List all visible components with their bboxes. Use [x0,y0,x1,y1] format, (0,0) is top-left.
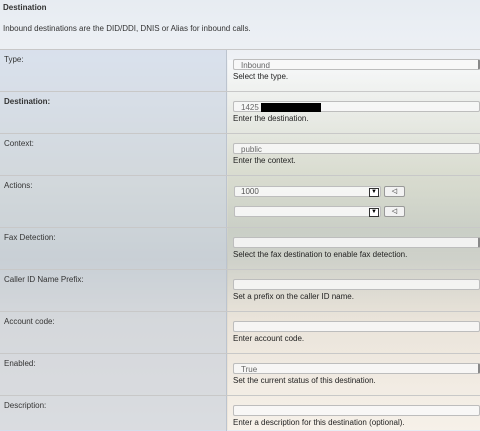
chevron-down-icon: ▼ [369,208,379,217]
caller-id-prefix-label: Caller ID Name Prefix: [4,275,84,284]
caller-id-prefix-input[interactable] [233,279,480,290]
row-fax-detection: Fax Detection: Select the fax destinatio… [0,227,480,270]
action-select-1[interactable]: 1000 ▼ [234,186,381,197]
destination-input[interactable]: 1425 [233,101,480,112]
enabled-hint: Set the current status of this destinati… [233,376,376,385]
caller-id-prefix-hint: Set a prefix on the caller ID name. [233,292,354,301]
description-label: Description: [4,401,47,410]
destination-hint: Enter the destination. [233,114,309,123]
row-type: Type: Inbound Select the type. [0,49,480,92]
account-code-hint: Enter account code. [233,334,305,343]
page-title: Destination [3,3,47,12]
row-description: Description: Enter a description for thi… [0,395,480,431]
fax-detection-label: Fax Detection: [4,233,56,242]
action-select-2[interactable]: ▼ [234,206,381,217]
row-enabled: Enabled: True Set the current status of … [0,353,480,396]
description-input[interactable] [233,405,480,416]
enabled-select[interactable]: True [233,363,480,374]
action-add-button-1[interactable]: ◁ [384,186,405,197]
action-add-button-2[interactable]: ◁ [384,206,405,217]
chevron-down-icon: ▼ [369,188,379,197]
type-field[interactable]: Inbound [233,59,480,70]
actions-label: Actions: [4,181,33,190]
row-caller-id-prefix: Caller ID Name Prefix: Set a prefix on t… [0,269,480,312]
row-actions: Actions: 1000 ▼ ◁ ▼ ◁ [0,175,480,228]
context-label: Context: [4,139,34,148]
redaction-bar [260,103,321,112]
arrow-left-icon: ◁ [391,208,398,215]
account-code-label: Account code: [4,317,55,326]
type-label: Type: [4,55,24,64]
context-hint: Enter the context. [233,156,296,165]
account-code-input[interactable] [233,321,480,332]
fax-detection-hint: Select the fax destination to enable fax… [233,250,408,259]
description-hint: Enter a description for this destination… [233,418,405,427]
fax-detection-select[interactable] [233,237,480,248]
page-description: Inbound destinations are the DID/DDI, DN… [3,24,251,33]
type-hint: Select the type. [233,72,289,81]
row-account-code: Account code: Enter account code. [0,311,480,354]
row-destination: Destination: 1425 Enter the destination. [0,91,480,134]
destination-label: Destination: [4,97,51,106]
row-context: Context: public Enter the context. [0,133,480,176]
enabled-label: Enabled: [4,359,36,368]
context-input[interactable]: public [233,143,480,154]
arrow-left-icon: ◁ [391,188,398,195]
